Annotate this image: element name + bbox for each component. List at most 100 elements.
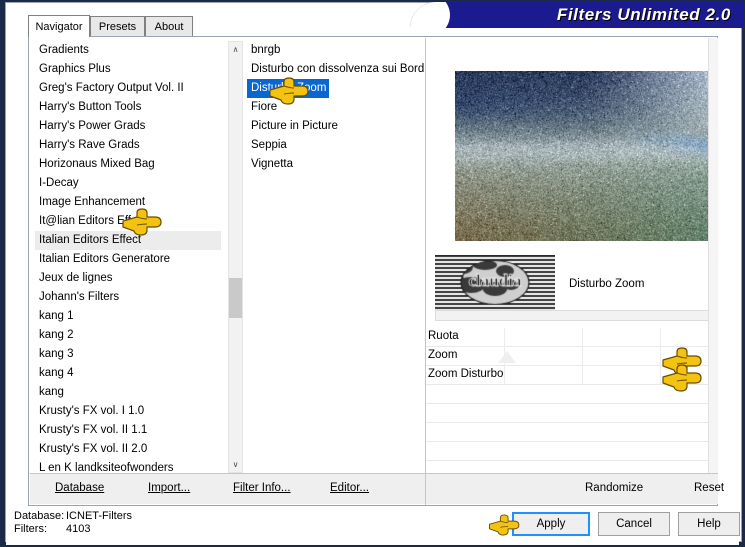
- scroll-up-icon[interactable]: ∧: [229, 42, 242, 57]
- parameter-row-empty[interactable]: [426, 442, 718, 461]
- parameter-row-empty[interactable]: [426, 423, 718, 442]
- category-list-scrollbar[interactable]: ∧ ∨: [228, 41, 243, 473]
- parameter-row[interactable]: Zoom76: [426, 347, 718, 366]
- cancel-button[interactable]: Cancel: [598, 512, 670, 536]
- filter-list-item-label: bnrgb: [247, 41, 442, 60]
- tab-about-label: About: [155, 21, 184, 33]
- category-list[interactable]: Gradients Graphics Plus Greg's Factory Out…: [35, 41, 221, 473]
- category-list-item[interactable]: It@lian Editors Effect: [35, 212, 221, 231]
- category-list-item[interactable]: Krusty's FX vol. I 1.0: [35, 402, 221, 421]
- filter-list-item[interactable]: Vignetta: [247, 155, 442, 174]
- parameter-row[interactable]: Zoom Disturbo255: [426, 366, 718, 385]
- randomize-link[interactable]: Randomize: [585, 482, 643, 494]
- category-list-item[interactable]: Image Enhancement: [35, 193, 221, 212]
- slider-tick: [504, 328, 505, 347]
- filter-list-item[interactable]: Seppia: [247, 136, 442, 155]
- database-link[interactable]: Database: [55, 482, 104, 494]
- tab-navigator[interactable]: Navigator: [28, 15, 90, 37]
- category-list-item[interactable]: Harry's Button Tools: [35, 98, 221, 117]
- status-database-label: Database:: [14, 510, 66, 522]
- apply-button-label: Apply: [537, 518, 566, 530]
- category-list-item-label: Image Enhancement: [39, 196, 145, 208]
- category-list-item[interactable]: Krusty's FX vol. II 1.1: [35, 421, 221, 440]
- category-list-item[interactable]: kang 1: [35, 307, 221, 326]
- filter-list-item-label: Fiore: [247, 98, 442, 117]
- slider-tick: [504, 366, 505, 385]
- category-list-item[interactable]: Johann's Filters: [35, 288, 221, 307]
- status-filters-label: Filters:: [14, 523, 66, 535]
- filter-info-link[interactable]: Filter Info...: [233, 482, 291, 494]
- app-title-banner: Filters Unlimited 2.0: [410, 2, 743, 28]
- slider-tick: [582, 328, 583, 347]
- category-list-item[interactable]: kang 3: [35, 345, 221, 364]
- right-pane-scrollbar[interactable]: [708, 38, 718, 475]
- reset-link[interactable]: Reset: [694, 482, 724, 494]
- current-filter-name: Disturbo Zoom: [569, 278, 644, 290]
- category-list-item-label: Johann's Filters: [39, 291, 119, 303]
- tab-about[interactable]: About: [145, 16, 193, 36]
- slider-tick: [582, 366, 583, 385]
- category-list-item[interactable]: Gradients: [35, 41, 221, 60]
- category-list-item[interactable]: Krusty's FX vol. II 2.0: [35, 440, 221, 459]
- tab-navigator-label: Navigator: [35, 21, 82, 33]
- tab-presets[interactable]: Presets: [90, 16, 145, 36]
- category-list-item-label: Harry's Button Tools: [39, 101, 141, 113]
- reset-link-label: Reset: [694, 482, 724, 494]
- category-list-item[interactable]: Greg's Factory Output Vol. II: [35, 79, 221, 98]
- parameter-row-empty[interactable]: [426, 404, 718, 423]
- cancel-button-label: Cancel: [616, 518, 652, 530]
- randomize-link-label: Randomize: [585, 482, 643, 494]
- preset-scroll-bar[interactable]: [435, 310, 718, 321]
- category-list-item[interactable]: Graphics Plus: [35, 60, 221, 79]
- category-list-item[interactable]: kang 4: [35, 364, 221, 383]
- category-list-item[interactable]: Harry's Rave Grads: [35, 136, 221, 155]
- scroll-down-icon[interactable]: ∨: [229, 457, 242, 472]
- category-list-item[interactable]: I-Decay: [35, 174, 221, 193]
- category-list-item[interactable]: Italian Editors Generatore: [35, 250, 221, 269]
- apply-button[interactable]: Apply: [512, 512, 590, 536]
- parameter-list: Ruota0Zoom76Zoom Disturbo255: [426, 328, 718, 475]
- import-link[interactable]: Import...: [148, 482, 190, 494]
- category-list-item-label: kang 3: [39, 348, 74, 360]
- slider-thumb[interactable]: [498, 351, 516, 363]
- category-list-item[interactable]: L en K landksiteofwonders: [35, 459, 221, 473]
- parameter-row-empty[interactable]: [426, 385, 718, 404]
- category-list-item[interactable]: Horizonaus Mixed Bag: [35, 155, 221, 174]
- slider-tick: [660, 328, 661, 347]
- slider-tick: [660, 366, 661, 385]
- category-list-item[interactable]: kang 2: [35, 326, 221, 345]
- filter-preview-pane: Disturbo Zoom Ruota0Zoom76Zoom Disturbo2…: [425, 38, 718, 475]
- scrollbar-thumb[interactable]: [229, 278, 242, 318]
- help-button[interactable]: Help: [678, 512, 740, 536]
- category-list-item[interactable]: kang: [35, 383, 221, 402]
- action-link-bar: Database Import... Filter Info... Editor…: [30, 473, 718, 504]
- filter-list-item-label: Disturbo Zoom: [247, 79, 329, 98]
- category-list-item[interactable]: Harry's Power Grads: [35, 117, 221, 136]
- import-link-label: Import...: [148, 482, 190, 494]
- filter-list[interactable]: bnrgb Disturbo con dissolvenza sui Bordi D…: [247, 41, 443, 473]
- category-list-item-label: kang 1: [39, 310, 74, 322]
- category-list-item[interactable]: Italian Editors Effect: [35, 231, 221, 250]
- category-list-item-label: Italian Editors Generatore: [39, 253, 170, 265]
- editor-link-label: Editor...: [330, 482, 369, 494]
- editor-link[interactable]: Editor...: [330, 482, 369, 494]
- category-list-item-label: kang 2: [39, 329, 74, 341]
- slider-tick: [660, 347, 661, 366]
- link-bar-separator: [425, 473, 426, 505]
- filter-info-link-label: Filter Info...: [233, 482, 291, 494]
- filter-list-item[interactable]: Disturbo Zoom: [247, 79, 442, 98]
- preset-thumbnail[interactable]: [435, 255, 555, 310]
- preview-image[interactable]: [455, 71, 718, 241]
- category-list-item-label: Greg's Factory Output Vol. II: [39, 82, 184, 94]
- category-list-item[interactable]: Jeux de lignes: [35, 269, 221, 288]
- parameter-row[interactable]: Ruota0: [426, 328, 718, 347]
- filter-list-item[interactable]: Disturbo con dissolvenza sui Bordi: [247, 60, 442, 79]
- filter-list-item[interactable]: bnrgb: [247, 41, 442, 60]
- category-list-item-label: Jeux de lignes: [39, 272, 113, 284]
- filter-list-item[interactable]: Fiore: [247, 98, 442, 117]
- filter-list-item-label: Disturbo con dissolvenza sui Bordi: [247, 60, 442, 79]
- filters-unlimited-window: Filters Unlimited 2.0 Navigator Presets …: [0, 0, 745, 547]
- filter-list-item[interactable]: Picture in Picture: [247, 117, 442, 136]
- help-button-label: Help: [697, 518, 721, 530]
- category-list-item-label: Krusty's FX vol. I 1.0: [39, 405, 144, 417]
